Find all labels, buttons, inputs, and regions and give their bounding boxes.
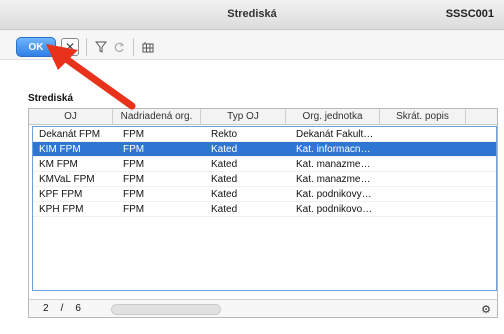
cell-parent-org: FPM xyxy=(123,173,145,185)
cell-oj: Dekanát FPM xyxy=(39,128,101,140)
horizontal-scrollbar[interactable] xyxy=(111,304,221,315)
cell-org-unit: Kat. manazme… xyxy=(296,158,371,170)
close-button[interactable]: ✕ xyxy=(61,38,79,56)
toolbar: OK ✕ xyxy=(0,30,504,60)
cell-type: Kated xyxy=(211,158,238,170)
cell-org-unit: Dekanát Fakult… xyxy=(296,128,374,140)
window-title: Strediská xyxy=(227,8,277,20)
pager: 2 / 6 xyxy=(29,303,119,314)
cell-oj: KPF FPM xyxy=(39,188,83,200)
column-header-type[interactable]: Typ OJ xyxy=(201,109,286,124)
window-titlebar: Strediská SSSC001 xyxy=(0,0,504,30)
cell-oj: KMVaL FPM xyxy=(39,173,95,185)
table-row[interactable]: KPF FPM FPM Kated Kat. podnikovy… xyxy=(33,187,496,202)
table-row[interactable]: Dekanát FPM FPM Rekto Dekanát Fakult… xyxy=(33,127,496,142)
cell-org-unit: Kat. podnikovo… xyxy=(296,203,373,215)
toolbar-separator xyxy=(133,38,134,56)
columns-icon[interactable] xyxy=(139,38,157,56)
ok-button[interactable]: OK xyxy=(16,37,56,57)
filter-icon[interactable] xyxy=(92,38,110,56)
column-header-parent-org[interactable]: Nadriadená org. xyxy=(113,109,201,124)
cell-oj: KIM FPM xyxy=(39,143,81,155)
cell-oj: KM FPM xyxy=(39,158,78,170)
cell-parent-org: FPM xyxy=(123,128,145,140)
column-header-short-desc[interactable]: Skrát. popis xyxy=(380,109,466,124)
cell-org-unit: Kat. manazme… xyxy=(296,173,371,185)
cell-type: Kated xyxy=(211,143,238,155)
toolbar-separator xyxy=(86,38,87,56)
column-header-oj[interactable]: OJ xyxy=(29,109,113,124)
cell-parent-org: FPM xyxy=(123,188,145,200)
grid-body: Dekanát FPM FPM Rekto Dekanát Fakult… KI… xyxy=(32,126,497,291)
cell-type: Kated xyxy=(211,173,238,185)
pager-total: 6 xyxy=(75,303,81,314)
window-code: SSSC001 xyxy=(445,8,494,20)
cell-parent-org: FPM xyxy=(123,158,145,170)
pager-current[interactable]: 2 xyxy=(43,303,49,314)
table-row[interactable]: KM FPM FPM Kated Kat. manazme… xyxy=(33,157,496,172)
data-grid: OJ Nadriadená org. Typ OJ Org. jednotka … xyxy=(28,108,498,318)
cell-parent-org: FPM xyxy=(123,203,145,215)
pager-separator: / xyxy=(60,303,64,314)
grid-header: OJ Nadriadená org. Typ OJ Org. jednotka … xyxy=(29,109,497,125)
table-row-selected[interactable]: KIM FPM FPM Kated Kat. informacn… xyxy=(33,142,496,157)
cell-org-unit: Kat. informacn… xyxy=(296,143,371,155)
column-header-org-unit[interactable]: Org. jednotka xyxy=(286,109,380,124)
cell-type: Kated xyxy=(211,203,238,215)
cell-type: Kated xyxy=(211,188,238,200)
cell-oj: KPH FPM xyxy=(39,203,84,215)
grid-footer: 2 / 6 ⚙ xyxy=(29,299,497,317)
cell-parent-org: FPM xyxy=(123,143,145,155)
gear-icon[interactable]: ⚙ xyxy=(481,303,491,316)
refresh-icon[interactable] xyxy=(110,38,128,56)
table-row[interactable]: KMVaL FPM FPM Kated Kat. manazme… xyxy=(33,172,496,187)
cell-org-unit: Kat. podnikovy… xyxy=(296,188,372,200)
cell-type: Rekto xyxy=(211,128,238,140)
table-row[interactable]: KPH FPM FPM Kated Kat. podnikovo… xyxy=(33,202,496,217)
section-label: Strediská xyxy=(28,93,74,104)
